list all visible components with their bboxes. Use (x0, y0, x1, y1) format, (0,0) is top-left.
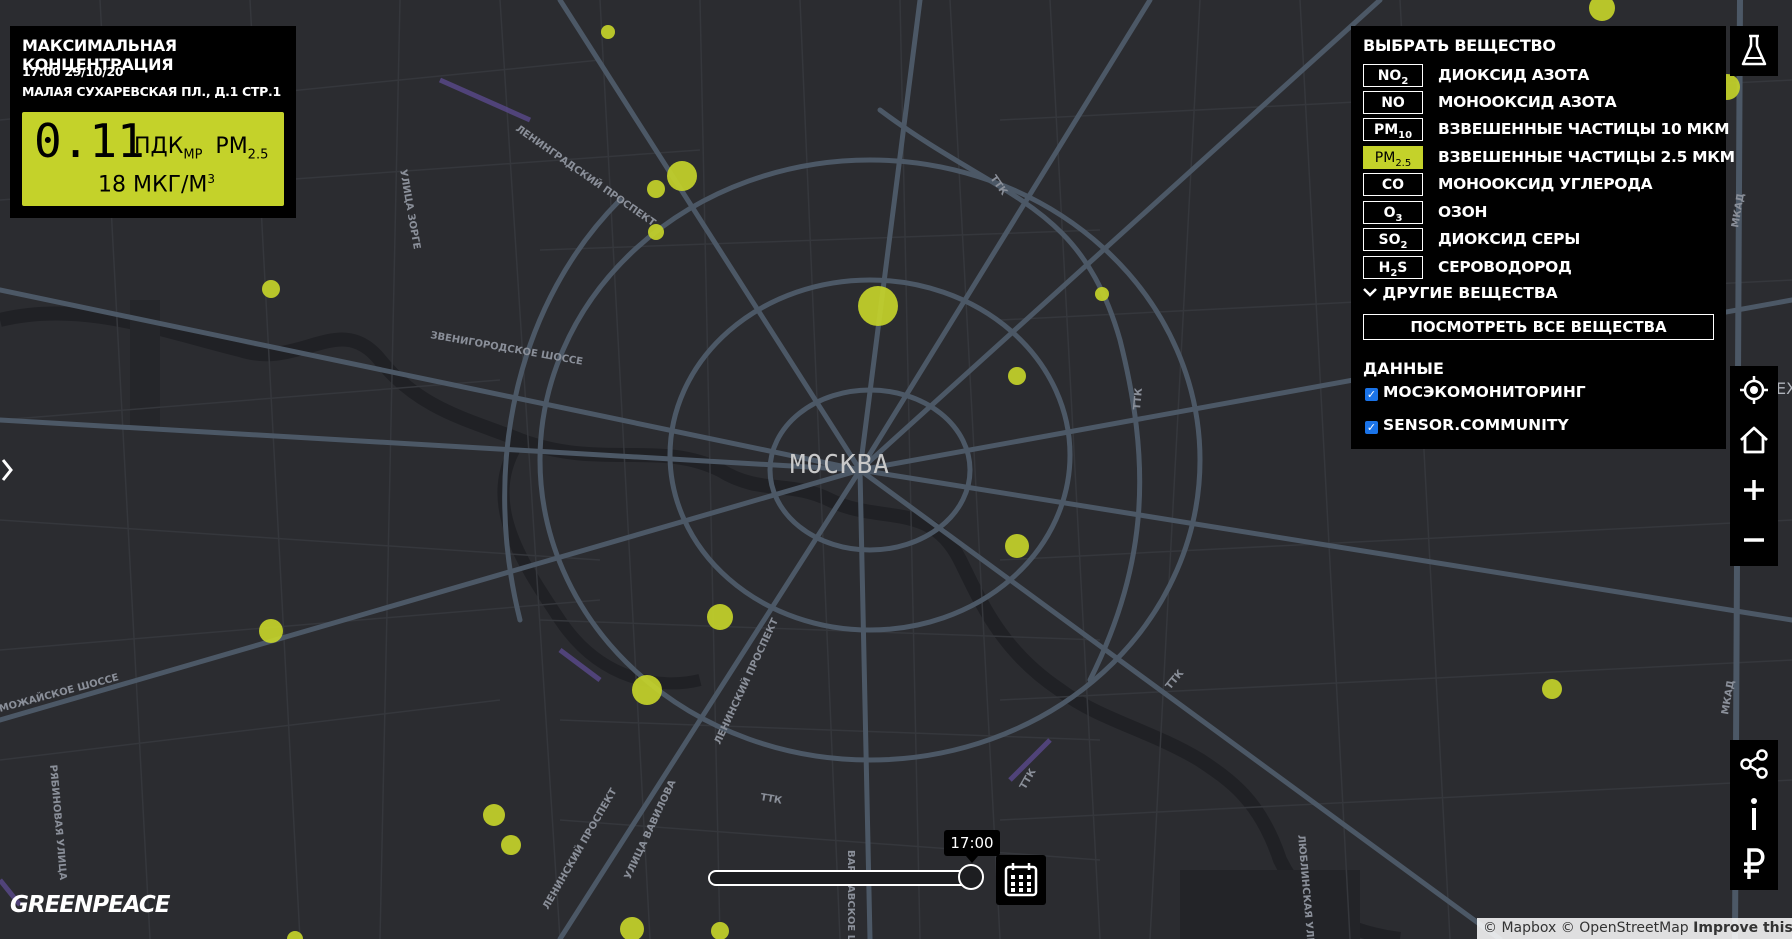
station-marker[interactable] (1542, 679, 1562, 699)
road-label: ВАРШАВСКОЕ ШОССЕ (845, 850, 856, 939)
map-attribution: © Mapbox © OpenStreetMap Improve this m (1477, 918, 1792, 939)
mapbox-link[interactable]: © Mapbox (1483, 920, 1556, 936)
calendar-button[interactable] (996, 855, 1046, 905)
station-marker[interactable] (647, 180, 665, 198)
substance-name: ДИОКСИД СЕРЫ (1438, 230, 1580, 248)
substance-panel: ВЫБРАТЬ ВЕЩЕСТВО NO2 ДИОКСИД АЗОТА NO МО… (1351, 26, 1735, 449)
data-sources-label: ДАННЫЕ (1363, 359, 1444, 378)
arrow-right-icon[interactable] (0, 456, 14, 484)
substance-code: SO2 (1363, 228, 1423, 251)
zoom-in-icon[interactable] (1730, 466, 1778, 514)
station-marker[interactable] (262, 280, 280, 298)
improve-map-link[interactable]: Improve this m (1693, 920, 1792, 936)
substance-so2[interactable]: SO2 ДИОКСИД СЕРЫ (1363, 228, 1713, 252)
substance-name: ДИОКСИД АЗОТА (1438, 66, 1590, 84)
substance-name: ОЗОН (1438, 203, 1488, 221)
time-slider[interactable] (708, 870, 976, 886)
source-checkbox-sensor-community[interactable]: ✓ SENSOR.COMMUNITY (1365, 416, 1569, 434)
substance-code: CO (1363, 173, 1423, 196)
time-tooltip: 17:00 (944, 830, 1000, 863)
station-marker[interactable] (601, 25, 615, 39)
time-slider-handle[interactable] (958, 864, 984, 890)
substance-title: ВЫБРАТЬ ВЕЩЕСТВО (1363, 36, 1556, 55)
station-marker[interactable] (1095, 287, 1109, 301)
max-value-box: 0.11 ПДКМР PM2.5 18 МКГ/М3 (22, 112, 284, 206)
substance-no[interactable]: NO МОНООКСИД АЗОТА (1363, 91, 1713, 115)
substance-name: ВЗВЕШЕННЫЕ ЧАСТИЦЫ 10 МКМ (1438, 120, 1730, 138)
max-concentration-panel: МАКСИМАЛЬНАЯ КОНЦЕНТРАЦИЯ 17:00 29/10/20… (10, 26, 296, 218)
substance-pm25[interactable]: PM2.5 ВЗВЕШЕННЫЕ ЧАСТИЦЫ 2.5 МКМ (1363, 146, 1735, 170)
view-all-substances-button[interactable]: ПОСМОТРЕТЬ ВСЕ ВЕЩЕСТВА (1363, 314, 1714, 340)
map-edge-label: EX (1776, 379, 1792, 398)
flask-icon (1730, 26, 1778, 74)
max-address: МАЛАЯ СУХАРЕВСКАЯ ПЛ., Д.1 СТР.1 (22, 84, 281, 99)
chevron-down-icon (1363, 288, 1377, 297)
max-concentration: 18 МКГ/М3 (98, 172, 216, 198)
station-marker[interactable] (667, 161, 697, 191)
station-marker[interactable] (259, 619, 283, 643)
max-datetime: 17:00 29/10/20 (22, 64, 124, 79)
station-marker[interactable] (1008, 367, 1026, 385)
calendar-icon (1004, 863, 1038, 897)
substance-code: H2S (1363, 256, 1423, 279)
osm-link[interactable]: © OpenStreetMap (1561, 920, 1689, 936)
substance-h2s[interactable]: H2S СЕРОВОДОРОД (1363, 256, 1713, 280)
station-marker[interactable] (648, 224, 664, 240)
station-marker[interactable] (501, 835, 521, 855)
ruble-icon[interactable] (1730, 840, 1778, 888)
substance-code: PM10 (1363, 118, 1423, 141)
substance-code: O3 (1363, 201, 1423, 224)
info-controls (1730, 740, 1778, 890)
road-label: ТТК (1132, 387, 1145, 411)
share-icon[interactable] (1730, 740, 1778, 788)
substance-pm10[interactable]: PM10 ВЗВЕШЕННЫЕ ЧАСТИЦЫ 10 МКМ (1363, 118, 1730, 142)
substance-name: СЕРОВОДОРОД (1438, 258, 1572, 276)
city-label: МОСКВА (790, 450, 890, 480)
station-marker[interactable] (632, 675, 662, 705)
max-unit: ПДКМР PM2.5 (134, 134, 269, 163)
map-controls (1730, 366, 1778, 566)
substance-name: МОНООКСИД УГЛЕРОДА (1438, 175, 1653, 193)
station-marker[interactable] (858, 286, 898, 326)
info-icon[interactable] (1730, 790, 1778, 838)
substance-name: МОНООКСИД АЗОТА (1438, 93, 1617, 111)
station-marker[interactable] (483, 804, 505, 826)
substance-o3[interactable]: O3 ОЗОН (1363, 201, 1713, 225)
substance-code: PM2.5 (1363, 146, 1423, 169)
substance-code: NO2 (1363, 64, 1423, 87)
greenpeace-logo[interactable]: GREENPEACE (10, 892, 171, 918)
station-marker[interactable] (1005, 534, 1029, 558)
checkbox[interactable]: ✓ (1365, 421, 1378, 434)
zoom-out-icon[interactable] (1730, 516, 1778, 564)
source-checkbox-mosecomonitoring[interactable]: ✓ МОСЭКОМОНИТОРИНГ (1365, 383, 1586, 401)
locate-icon[interactable] (1730, 366, 1778, 414)
home-icon[interactable] (1730, 416, 1778, 464)
substance-co[interactable]: CO МОНООКСИД УГЛЕРОДА (1363, 173, 1713, 197)
station-marker[interactable] (707, 604, 733, 630)
max-value: 0.11 (34, 114, 145, 168)
substance-menu-button[interactable] (1730, 26, 1778, 76)
checkbox[interactable]: ✓ (1365, 388, 1378, 401)
substance-no2[interactable]: NO2 ДИОКСИД АЗОТА (1363, 64, 1713, 88)
other-substances-toggle[interactable]: ДРУГИЕ ВЕЩЕСТВА (1363, 284, 1558, 302)
substance-code: NO (1363, 91, 1423, 114)
substance-name: ВЗВЕШЕННЫЕ ЧАСТИЦЫ 2.5 МКМ (1438, 148, 1735, 166)
